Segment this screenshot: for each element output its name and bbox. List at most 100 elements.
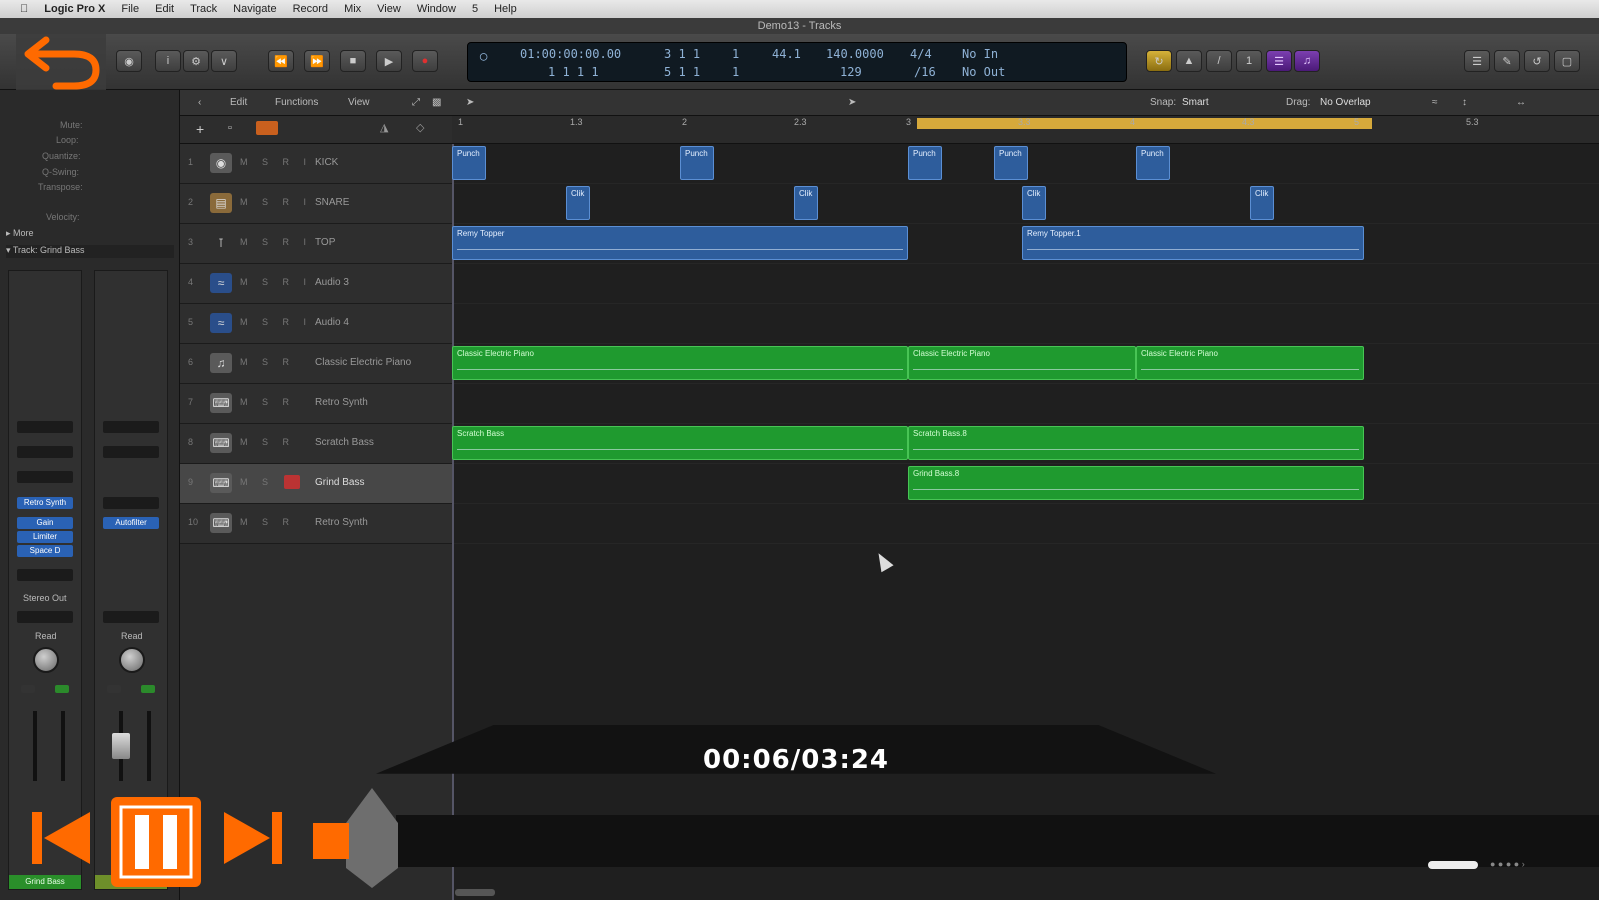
next-button[interactable] <box>220 806 286 870</box>
track-header[interactable]: 2 ▤ M S R I SNARE <box>180 184 452 224</box>
volume-icon[interactable]: ● ● ● ● › <box>1490 859 1525 869</box>
insp-track-header[interactable]: ▾ Track: Grind Bass <box>6 245 174 258</box>
previous-button[interactable] <box>28 806 94 870</box>
track-header[interactable]: 6 ♫ M S R Classic Electric Piano <box>180 344 452 384</box>
setting-slot[interactable] <box>17 471 73 483</box>
drag-select[interactable]: No Overlap <box>1320 97 1371 108</box>
menu-record[interactable]: Record <box>293 3 328 15</box>
menu-mix[interactable]: Mix <box>344 3 361 15</box>
forward-button[interactable]: ⏩ <box>304 50 330 72</box>
horizontal-zoom-icon[interactable]: ↔ <box>1516 97 1526 108</box>
menu-track[interactable]: Track <box>190 3 217 15</box>
region-kick[interactable]: Punch <box>680 146 714 180</box>
track-lane[interactable] <box>452 384 1599 424</box>
track-buttons[interactable]: M S <box>240 477 274 487</box>
group-slot[interactable] <box>103 611 159 623</box>
output-slot[interactable]: Stereo Out <box>23 593 67 603</box>
region-kick[interactable]: Punch <box>908 146 942 180</box>
region-top[interactable]: Remy Topper <box>452 226 908 260</box>
track-name[interactable]: Grind Bass <box>315 477 364 488</box>
volume-slider[interactable] <box>1428 861 1478 869</box>
input-slot[interactable] <box>17 446 73 458</box>
menu-help[interactable]: Help <box>494 3 517 15</box>
track-header[interactable]: 5 ≈ M S R I Audio 4 <box>180 304 452 344</box>
play-button[interactable]: ▶ <box>376 50 402 72</box>
track-lane[interactable] <box>452 264 1599 304</box>
track-name[interactable]: Classic Electric Piano <box>315 357 411 368</box>
eq-slot[interactable] <box>103 421 159 433</box>
track-header[interactable]: 10 ⌨ M S R Retro Synth <box>180 504 452 544</box>
folder-icon[interactable]: ▫ <box>228 122 232 134</box>
lcd-display[interactable]: ◯ 01:00:00:00.00 1 1 1 1 3 1 1 5 1 1 1 1… <box>467 42 1127 82</box>
track-name[interactable]: Audio 4 <box>315 317 349 328</box>
track-header-selected[interactable]: 9 ⌨ M S Grind Bass <box>180 464 452 504</box>
track-buttons[interactable]: M S R I <box>240 317 312 327</box>
catch-icon[interactable]: ⤢ <box>412 97 420 108</box>
menu-edit[interactable]: Edit <box>155 3 174 15</box>
bar-ruler[interactable]: 1 1.3 2 2.3 3 3.3 4 4.3 5 5.3 <box>452 116 1599 144</box>
volume-fader-track[interactable] <box>33 711 37 781</box>
tracks-area[interactable]: Punch Punch Punch Punch Punch Clik Clik … <box>452 144 1599 900</box>
eq-slot[interactable] <box>17 421 73 433</box>
region-kick[interactable]: Punch <box>994 146 1028 180</box>
region-epiano[interactable]: Classic Electric Piano <box>908 346 1136 380</box>
notes-button[interactable]: ✎ <box>1494 50 1520 72</box>
pointer-tool-icon[interactable]: ➤ <box>466 97 474 108</box>
menu-app[interactable]: Logic Pro X <box>44 3 105 15</box>
seek-bar[interactable] <box>396 815 1599 867</box>
insp-transpose-label[interactable]: Transpose: <box>38 182 83 192</box>
mute-all-icon[interactable]: ◮ <box>380 121 388 134</box>
library-button[interactable]: ◉ <box>116 50 142 72</box>
track-name[interactable]: Retro Synth <box>315 397 368 408</box>
back-button[interactable] <box>16 18 106 94</box>
apple-menu[interactable]:  <box>20 3 28 15</box>
region-epiano[interactable]: Classic Electric Piano <box>452 346 908 380</box>
track-name[interactable]: SNARE <box>315 197 349 208</box>
edit-tool-icon[interactable]: ➤ <box>848 97 856 108</box>
track-name[interactable]: KICK <box>315 157 338 168</box>
track-buttons[interactable]: M S R I <box>240 157 312 167</box>
effect-slot-1[interactable]: Gain <box>17 517 73 529</box>
horizontal-scrollbar[interactable] <box>455 889 495 896</box>
snap-select[interactable]: Smart <box>1182 97 1209 108</box>
toolbar-button[interactable]: ⚙ <box>183 50 209 72</box>
track-buttons[interactable]: M S R I <box>240 197 312 207</box>
instrument-slot[interactable]: Retro Synth <box>17 497 73 509</box>
track-name[interactable]: TOP <box>315 237 335 248</box>
region-snare[interactable]: Clik <box>1250 186 1274 220</box>
track-name[interactable]: Scratch Bass <box>315 437 374 448</box>
track-header[interactable]: 7 ⌨ M S R Retro Synth <box>180 384 452 424</box>
track-buttons[interactable]: M S R <box>240 437 295 447</box>
effect-slot-3[interactable]: Space D <box>17 545 73 557</box>
setting-slot[interactable] <box>103 497 159 509</box>
group-slot[interactable] <box>17 611 73 623</box>
replace-button[interactable]: / <box>1206 50 1232 72</box>
insp-velocity-label[interactable]: Velocity: <box>46 212 80 222</box>
track-lane[interactable] <box>452 504 1599 544</box>
collapse-icon[interactable]: ‹ <box>198 97 201 108</box>
metronome-button[interactable]: ▲ <box>1176 50 1202 72</box>
menu-5[interactable]: 5 <box>472 3 478 15</box>
view-menu[interactable]: View <box>348 97 370 108</box>
track-header[interactable]: 8 ⌨ M S R Scratch Bass <box>180 424 452 464</box>
vertical-zoom-icon[interactable]: ↕ <box>1462 97 1467 108</box>
effect-slot-2[interactable]: Limiter <box>17 531 73 543</box>
menu-view[interactable]: View <box>377 3 401 15</box>
region-epiano[interactable]: Classic Electric Piano <box>1136 346 1364 380</box>
low-latency-button[interactable]: ☰ <box>1266 50 1292 72</box>
pause-button[interactable] <box>111 797 201 887</box>
waveform-zoom-icon[interactable]: ≈ <box>1432 97 1438 108</box>
automation-mode[interactable]: Read <box>121 631 143 641</box>
region-kick[interactable]: Punch <box>1136 146 1170 180</box>
browser-button[interactable]: ▢ <box>1554 50 1580 72</box>
stop-video-button[interactable] <box>313 823 349 859</box>
region-snare[interactable]: Clik <box>1022 186 1046 220</box>
functions-menu[interactable]: Functions <box>275 97 318 108</box>
automation-mode[interactable]: Read <box>35 631 57 641</box>
rewind-button[interactable]: ⏪ <box>268 50 294 72</box>
track-header[interactable]: 4 ≈ M S R I Audio 3 <box>180 264 452 304</box>
region-grind-bass[interactable]: Grind Bass.8 <box>908 466 1364 500</box>
track-buttons[interactable]: M S R <box>240 357 295 367</box>
region-snare[interactable]: Clik <box>566 186 590 220</box>
menu-navigate[interactable]: Navigate <box>233 3 276 15</box>
